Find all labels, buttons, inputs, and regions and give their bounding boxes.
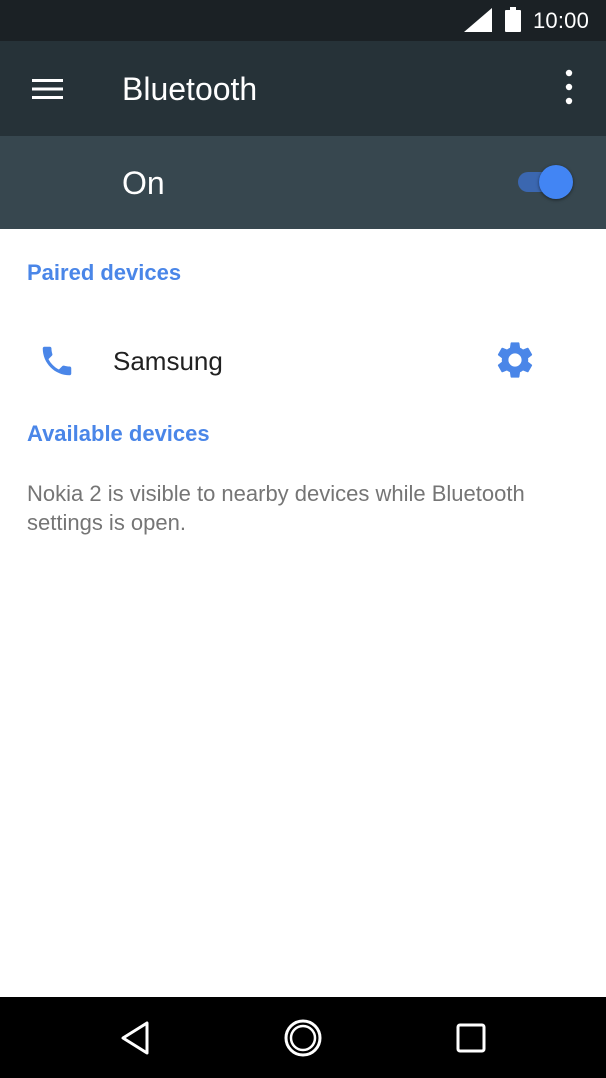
gear-icon <box>497 342 533 378</box>
battery-full-icon <box>505 7 521 32</box>
back-button[interactable] <box>110 1013 160 1063</box>
cellular-signal-icon <box>464 8 492 32</box>
paired-devices-header: Paired devices <box>27 260 182 285</box>
page-title: Bluetooth <box>122 71 258 107</box>
paired-device-samsung[interactable]: Samsung <box>0 312 606 408</box>
more-options-button[interactable] <box>553 65 585 113</box>
more-vert-icon <box>565 69 573 105</box>
recents-square-icon <box>456 1023 486 1053</box>
recents-button[interactable] <box>446 1013 496 1063</box>
back-triangle-icon <box>121 1021 149 1055</box>
status-clock: 10:00 <box>533 8 590 33</box>
home-button[interactable] <box>278 1013 328 1063</box>
hamburger-menu-icon <box>32 79 63 99</box>
navigation-menu-button[interactable] <box>22 66 72 112</box>
available-devices-header: Available devices <box>27 421 210 446</box>
home-circle-icon <box>284 1019 322 1057</box>
device-settings-button[interactable] <box>493 338 537 382</box>
switch-label: On <box>122 165 165 201</box>
toggle-thumb <box>539 165 573 199</box>
device-name: Samsung <box>113 346 223 376</box>
system-navigation-bar <box>0 997 606 1078</box>
app-bar: Bluetooth <box>0 41 606 136</box>
bluetooth-toggle[interactable] <box>514 162 576 202</box>
bluetooth-switch-bar[interactable]: On <box>0 136 606 229</box>
phone-icon <box>42 346 72 376</box>
visibility-note: Nokia 2 is visible to nearby devices whi… <box>27 481 525 535</box>
status-bar: 10:00 <box>0 0 606 41</box>
